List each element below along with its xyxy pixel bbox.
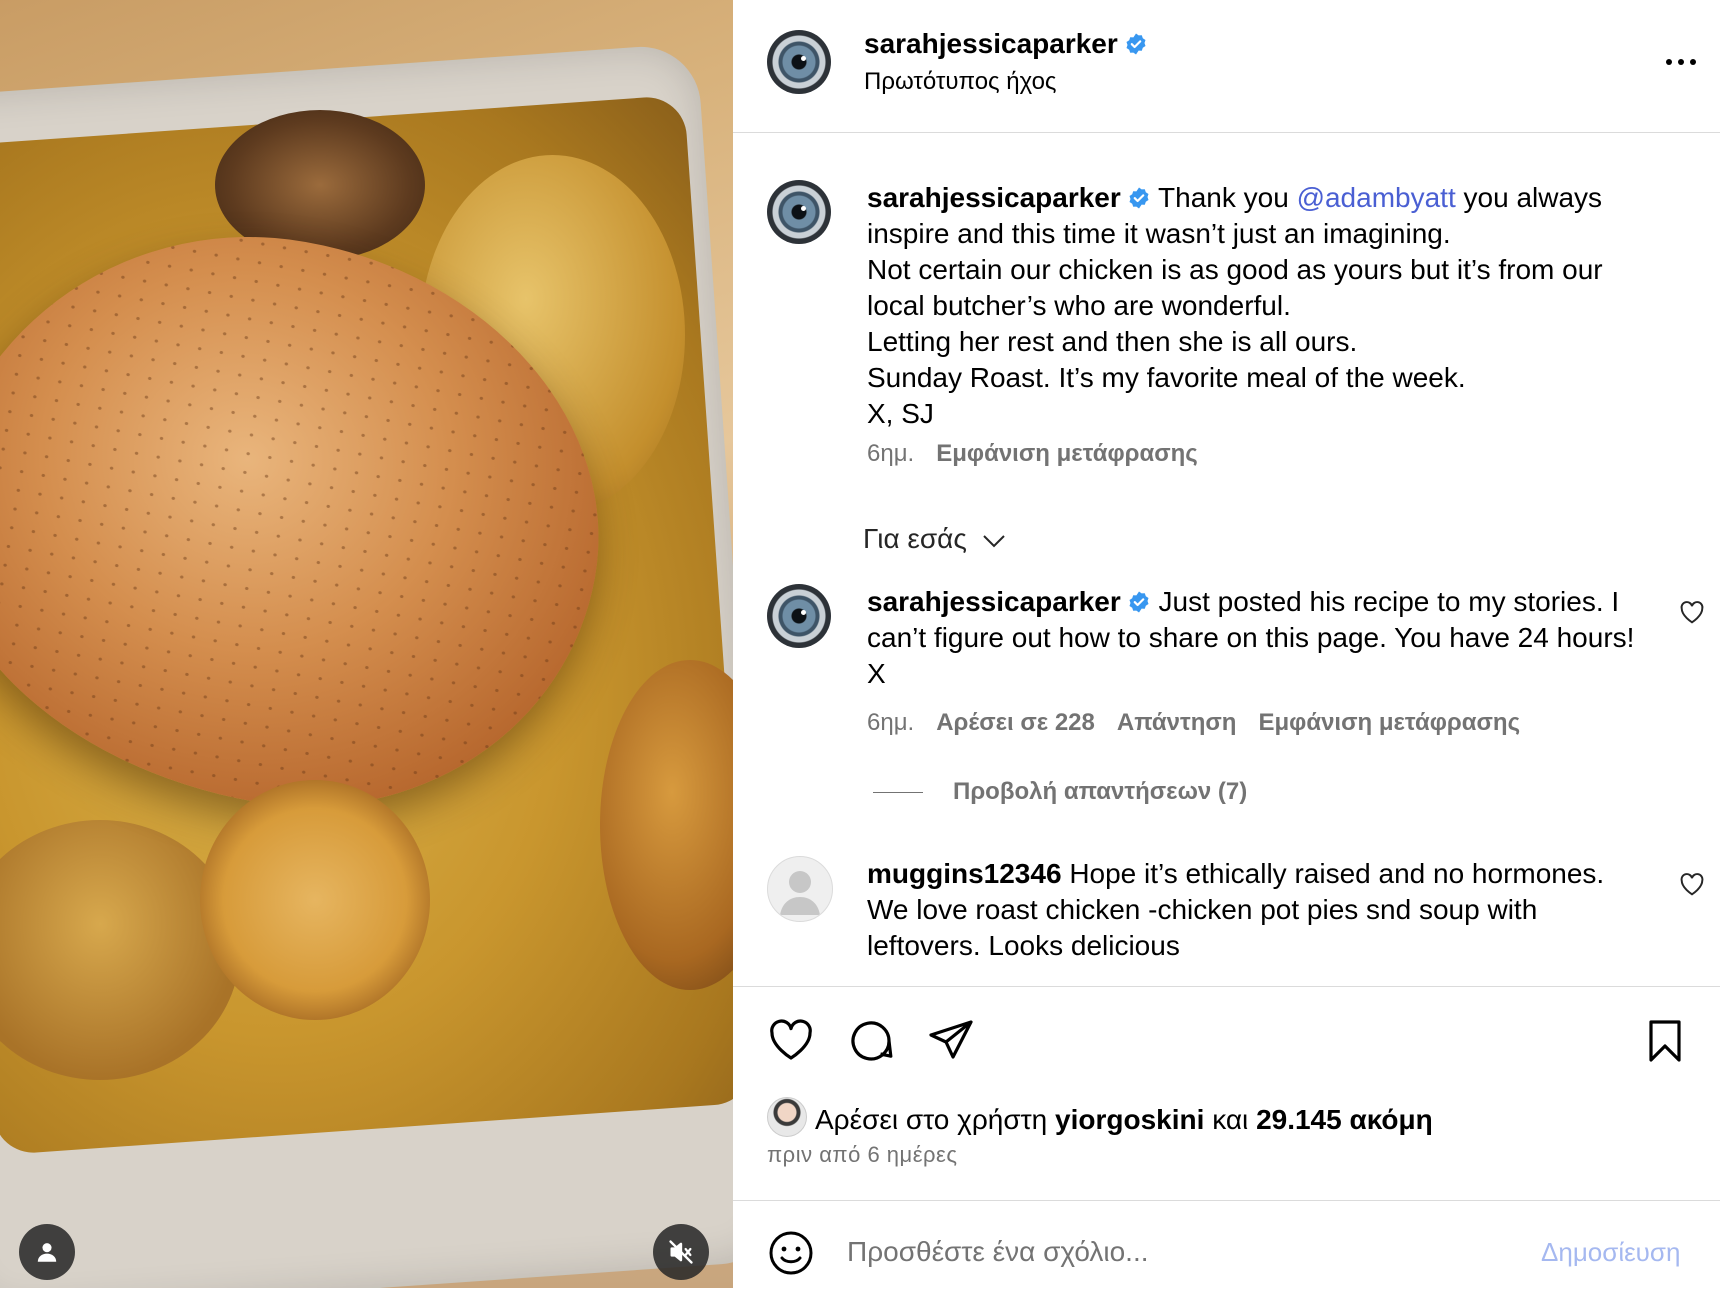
comment-sort-label: Για εσάς (863, 523, 967, 554)
caption-line: X, SJ (867, 398, 934, 429)
comment-text: muggins12346 Hope it’s ethically raised … (867, 856, 1647, 964)
tagged-users-button[interactable] (19, 1224, 75, 1280)
bookmark-icon[interactable] (1641, 1017, 1689, 1065)
author-username[interactable]: sarahjessicaparker (864, 28, 1118, 59)
original-audio-link[interactable]: Πρωτότυπος ήχος (864, 68, 1057, 96)
liker-username[interactable]: yiorgoskini (1055, 1104, 1204, 1135)
caption-line: Not certain our chicken is as good as yo… (867, 254, 1603, 321)
replies-divider (873, 792, 923, 794)
comment-input[interactable] (845, 1227, 1449, 1277)
emoji-icon[interactable] (767, 1229, 815, 1277)
view-replies-button[interactable]: Προβολή απαντήσεων (7) (873, 778, 1247, 806)
verified-badge-icon (1129, 591, 1149, 613)
verified-badge-icon (1126, 33, 1146, 55)
author-username-row[interactable]: sarahjessicaparker (864, 28, 1148, 60)
mute-button[interactable] (653, 1224, 709, 1280)
comment-reply-button[interactable]: Απάντηση (1117, 709, 1237, 736)
comment-like-heart-icon[interactable] (1679, 600, 1705, 624)
caption-translate-link[interactable]: Εμφάνιση μετάφρασης (936, 440, 1198, 467)
post-timestamp[interactable]: πριν από 6 ημέρες (767, 1142, 957, 1168)
caption-body-start: Thank you (1158, 182, 1297, 213)
comment-translate-link[interactable]: Εμφάνιση μετάφρασης (1258, 709, 1520, 736)
heart-icon[interactable] (767, 1017, 815, 1065)
caption-time[interactable]: 6ημ. (867, 440, 914, 467)
comment-likes-count[interactable]: Αρέσει σε 228 (936, 709, 1095, 736)
caption-author-avatar[interactable] (767, 180, 831, 244)
comments-scroll-area[interactable]: sarahjessicaparker Thank you @adambyatt … (733, 133, 1720, 985)
paper-plane-icon[interactable] (927, 1017, 975, 1065)
liker-avatar[interactable] (767, 1097, 807, 1137)
comment-composer: Δημοσίευση (733, 1200, 1720, 1289)
post-header: sarahjessicaparker Πρωτότυπος ήχος (733, 0, 1720, 133)
comment-text: sarahjessicaparker Just posted his recip… (867, 584, 1647, 692)
more-options-icon[interactable] (1661, 48, 1701, 76)
caption-mention-link[interactable]: @adambyatt (1297, 182, 1456, 213)
comment-username[interactable]: muggins12346 (867, 858, 1062, 889)
caption-meta: 6ημ. Εμφάνιση μετάφρασης (867, 440, 1220, 468)
commenter-avatar[interactable] (767, 584, 831, 648)
comment-sort-dropdown[interactable]: Για εσάς (863, 523, 1007, 555)
speaker-muted-icon (669, 1240, 693, 1264)
author-avatar[interactable] (767, 30, 831, 94)
comment-username[interactable]: sarahjessicaparker (867, 586, 1121, 617)
user-tag-icon (37, 1243, 57, 1262)
comment-time[interactable]: 6ημ. (867, 709, 914, 736)
caption-line: Sunday Roast. It’s my favorite meal of t… (867, 362, 1466, 393)
post-comment-button[interactable]: Δημοσίευση (1541, 1237, 1680, 1268)
roast-lemon (200, 780, 430, 1020)
post-side-panel: sarahjessicaparker Πρωτότυπος ήχος sarah… (733, 0, 1720, 1288)
commenter-avatar-default[interactable] (767, 856, 833, 922)
default-user-icon (780, 871, 820, 915)
caption-line: Letting her rest and then she is all our… (867, 326, 1358, 357)
likes-count-link[interactable]: 29.145 ακόμη (1256, 1104, 1433, 1135)
comment-like-heart-icon[interactable] (1679, 872, 1705, 896)
post-media[interactable] (0, 0, 733, 1288)
likes-prefix: Αρέσει στο χρήστη (815, 1104, 1048, 1135)
comment-icon[interactable] (847, 1017, 895, 1065)
likes-summary: Αρέσει στο χρήστη yiorgoskini και 29.145… (767, 1097, 1433, 1137)
chevron-down-icon (982, 534, 1005, 548)
verified-badge-icon (1129, 187, 1149, 209)
comment-meta: 6ημ. Αρέσει σε 228 Απάντηση Εμφάνιση μετάφρ… (867, 709, 1542, 737)
caption-username[interactable]: sarahjessicaparker (867, 182, 1121, 213)
post-actions: Αρέσει στο χρήστη yiorgoskini και 29.145… (733, 986, 1720, 1201)
view-replies-label: Προβολή απαντήσεων (7) (953, 778, 1248, 805)
likes-middle: και (1212, 1104, 1249, 1135)
caption-text: sarahjessicaparker Thank you @adambyatt … (867, 180, 1647, 432)
